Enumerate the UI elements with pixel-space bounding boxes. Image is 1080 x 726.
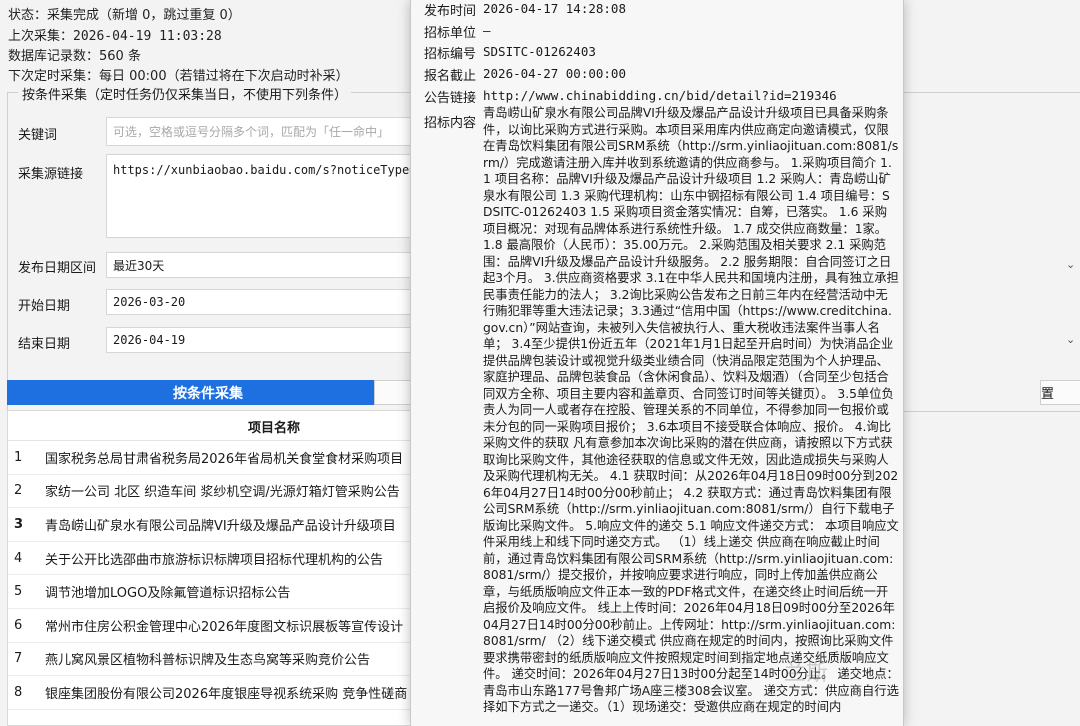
start-date-label: 开始日期	[18, 299, 71, 314]
db-count-text: 数据库记录数：560 条	[8, 49, 141, 64]
settings-button-label: 置	[1041, 387, 1055, 402]
end-date-input[interactable]: 2026-04-19	[106, 327, 426, 353]
row-index: 3	[14, 516, 24, 532]
table-header: 项目名称	[8, 411, 426, 441]
source-label: 采集源链接	[18, 167, 84, 182]
notice-link-label: 公告链接	[424, 91, 477, 106]
table-row[interactable]: 2 家纺一公司 北区 织造车间 浆纱机空调/光源灯箱灯管采购公告	[8, 475, 426, 509]
table-row[interactable]: 7 燕儿窝风景区植物科普标识牌及生态鸟窝等采购竞价公告	[8, 643, 426, 677]
row-project-name: 调节池增加LOGO及除氟管道标识招标公告	[45, 586, 291, 602]
last-run-text: 上次采集：2026-04-19 11:03:28	[8, 29, 222, 44]
status-text: 状态：采集完成（新增 0，跳过重复 0）	[8, 8, 241, 23]
bid-content-label: 招标内容	[424, 116, 477, 131]
date-range-label: 发布日期区间	[18, 261, 97, 276]
row-project-name: 常州市住房公积金管理中心2026年度图文标识展板等宣传设计	[45, 619, 404, 635]
bid-code-label: 招标编号	[424, 47, 477, 62]
start-date-input[interactable]: 2026-03-20	[106, 289, 426, 315]
row-project-name: 关于公开比选邵曲市旅游标识标牌项目招标代理机构的公告	[45, 552, 384, 568]
bid-content-text: 青岛崂山矿泉水有限公司品牌VI升级及爆品产品设计升级项目已具备采购条件，以询比采…	[483, 106, 899, 714]
chevron-down-icon[interactable]: ⌄	[1066, 258, 1075, 271]
table-row-selected[interactable]: 3 青岛崂山矿泉水有限公司品牌VI升级及爆品产品设计升级项目	[8, 508, 426, 542]
row-index: 6	[14, 617, 23, 633]
row-index: 5	[14, 584, 23, 600]
row-index: 4	[14, 550, 23, 566]
next-run-text: 下次定时采集：每日 00:00（若错过将在下次启动时补采）	[8, 69, 349, 84]
settings-button[interactable]: 置	[1040, 380, 1080, 405]
row-index: 1	[14, 449, 23, 465]
table-row[interactable]: 6 常州市住房公积金管理中心2026年度图文标识展板等宣传设计	[8, 609, 426, 643]
column-header-name[interactable]: 项目名称	[44, 411, 426, 441]
table-row[interactable]: 8 银座集团股份有限公司2026年度银座导视系统采购 竞争性磋商	[8, 676, 426, 710]
deadline-label: 报名截止	[424, 69, 477, 84]
notice-link-value[interactable]: http://www.chinabidding.cn/bid/detail?id…	[483, 88, 837, 103]
row-index: 7	[14, 651, 23, 667]
row-project-name: 家纺一公司 北区 织造车间 浆纱机空调/光源灯箱灯管采购公告	[45, 485, 400, 501]
row-project-name: 青岛崂山矿泉水有限公司品牌VI升级及爆品产品设计升级项目	[45, 518, 396, 534]
row-project-name: 国家税务总局甘肃省税务局2026年省局机关食堂食材采购项目	[45, 451, 404, 467]
watermark: · 兰斯	[770, 661, 828, 686]
collect-by-conditions-button[interactable]: 按条件采集	[7, 380, 409, 405]
row-project-name: 银座集团股份有限公司2026年度银座导视系统采购 竞争性磋商	[45, 686, 408, 702]
bid-code-value: SDSITC-01262403	[483, 44, 596, 59]
results-table: 项目名称 1 国家税务总局甘肃省税务局2026年省局机关食堂食材采购项目 2 家…	[7, 410, 427, 726]
chevron-down-icon[interactable]: ⌄	[1066, 333, 1075, 346]
bid-unit-value: —	[483, 23, 491, 38]
row-index: 2	[14, 483, 23, 499]
bid-unit-label: 招标单位	[424, 26, 477, 41]
keyword-label: 关键词	[18, 128, 58, 143]
row-index: 8	[14, 684, 23, 700]
source-url-textarea[interactable]: https://xunbiaobao.baidu.com/s?noticeTyp…	[106, 154, 426, 238]
row-project-name: 燕儿窝风景区植物科普标识牌及生态鸟窝等采购竞价公告	[45, 653, 371, 669]
detail-window: 发布时间 2026-04-17 14:28:08 招标单位 — 招标编号 SDS…	[410, 0, 904, 726]
end-date-label: 结束日期	[18, 337, 71, 352]
table-row[interactable]: 4 关于公开比选邵曲市旅游标识标牌项目招标代理机构的公告	[8, 542, 426, 576]
publish-time-value: 2026-04-17 14:28:08	[483, 1, 626, 16]
deadline-value: 2026-04-27 00:00:00	[483, 66, 626, 81]
publish-time-label: 发布时间	[424, 4, 477, 19]
table-row[interactable]: 1 国家税务总局甘肃省税务局2026年省局机关食堂食材采购项目	[8, 441, 426, 475]
table-row[interactable]: 5 调节池增加LOGO及除氟管道标识招标公告	[8, 575, 426, 609]
conditions-group-title: 按条件采集（定时任务仍仅采集当日，不使用下列条件）	[18, 84, 352, 103]
date-range-select[interactable]: 最近30天	[106, 252, 426, 278]
keyword-input[interactable]: 可选，空格或逗号分隔多个词，匹配为「任一命中」	[106, 117, 426, 146]
